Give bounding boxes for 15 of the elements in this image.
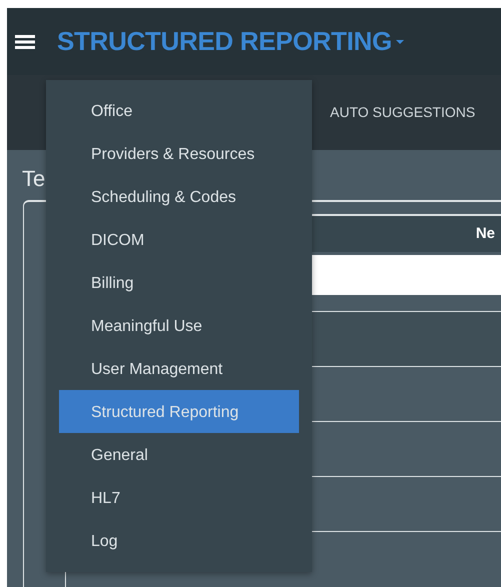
menu-item[interactable]: User Management	[59, 347, 299, 390]
caret-icon[interactable]	[394, 38, 405, 44]
menu-item[interactable]: Office	[59, 89, 299, 132]
menu-item[interactable]: Providers & Resources	[59, 132, 299, 175]
nav-tab[interactable]: AUTO SUGGESTIONS	[330, 102, 476, 123]
menu-item[interactable]: Billing	[59, 261, 299, 304]
menu-item[interactable]: HL7	[59, 476, 299, 519]
menu-item[interactable]: Log	[59, 519, 299, 562]
menu-item[interactable]: Scheduling & Codes	[59, 175, 299, 218]
column-header: Ne	[476, 224, 495, 244]
menu-item[interactable]: General	[59, 433, 299, 476]
page-title: Te	[22, 166, 46, 192]
menu-icon[interactable]	[15, 34, 35, 48]
menu-item[interactable]: DICOM	[59, 218, 299, 261]
menu-item[interactable]: Meaningful Use	[59, 304, 299, 347]
